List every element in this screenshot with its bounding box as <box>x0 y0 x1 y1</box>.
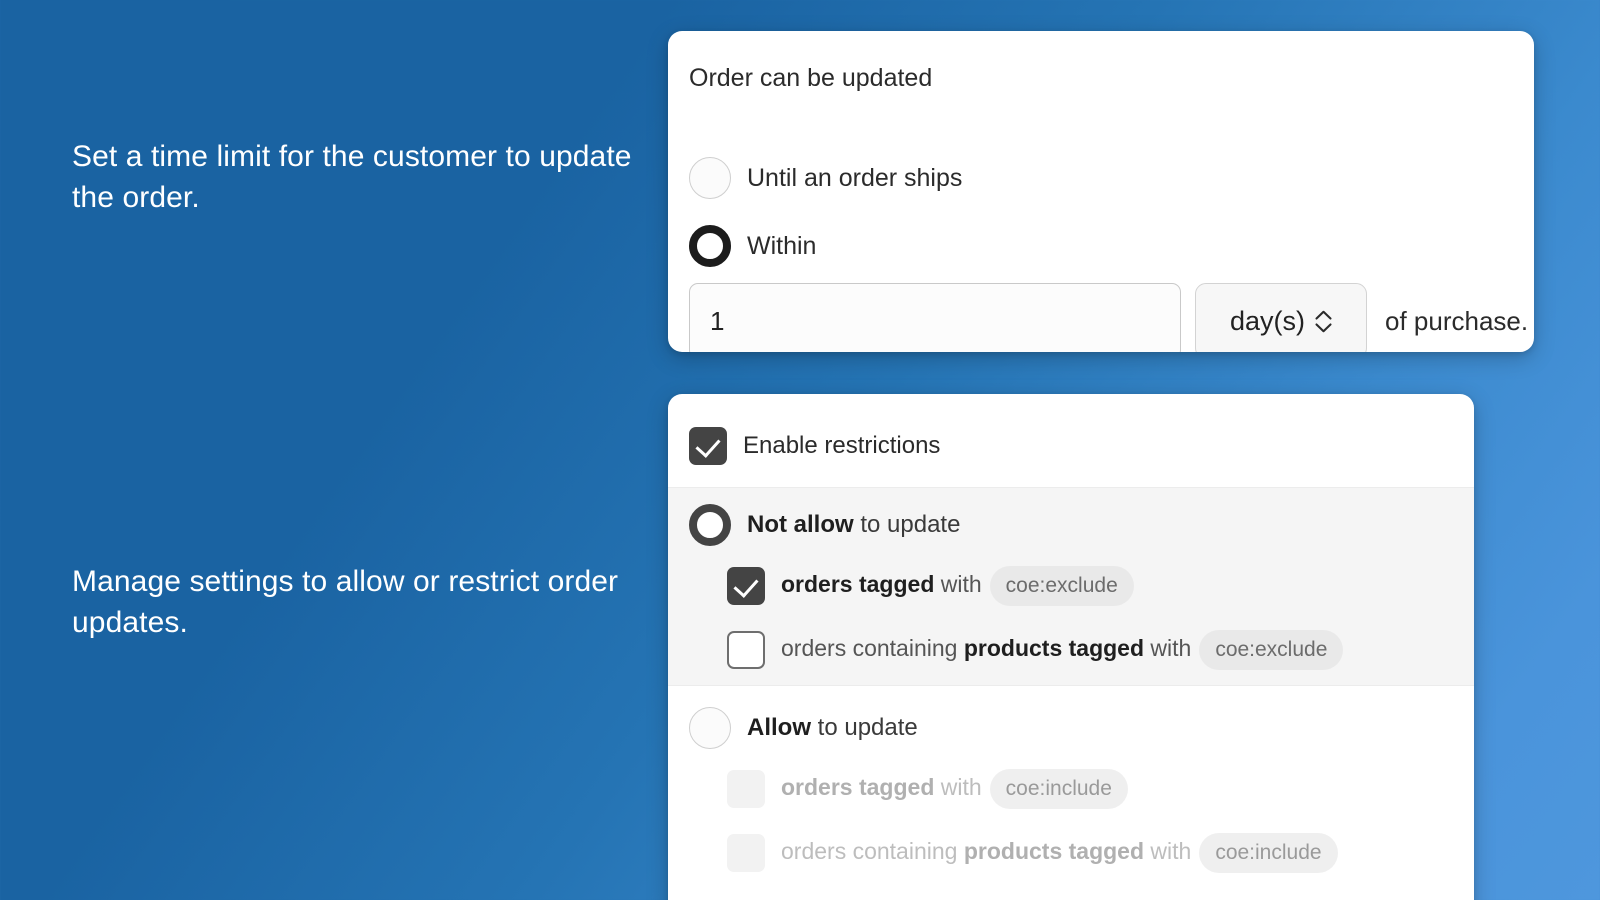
option-group-allow: Allow to update orders tagged with coe:in… <box>689 707 1338 897</box>
tag-pill-coe-include-products[interactable]: coe:include <box>1199 833 1338 873</box>
allow-orders-tagged-text: orders tagged with coe:include <box>781 769 1128 809</box>
order-update-time-card: Order can be updated Until an order ship… <box>668 31 1534 352</box>
checkbox-row-not-allow-orders-tagged[interactable]: orders tagged with coe:exclude <box>727 566 1343 606</box>
checkbox-not-allow-products-tagged[interactable] <box>727 631 765 669</box>
allow-products-tagged-strong: products tagged <box>963 838 1145 865</box>
radio-allow-label: Allow to update <box>747 714 918 742</box>
enable-restrictions-row[interactable]: Enable restrictions <box>689 427 940 465</box>
checkbox-not-allow-orders-tagged[interactable] <box>727 567 765 605</box>
duration-unit-value: day(s) <box>1229 305 1305 336</box>
checkbox-row-allow-orders-tagged[interactable]: orders tagged with coe:include <box>727 769 1338 809</box>
tag-pill-coe-exclude-products[interactable]: coe:exclude <box>1199 630 1344 670</box>
allow-orders-tagged-with: with <box>934 774 982 801</box>
allow-products-tagged-with: with <box>1144 838 1192 865</box>
restrictions-description: Manage settings to allow or restrict ord… <box>72 565 619 639</box>
checkbox-row-allow-products-tagged[interactable]: orders containing products tagged with co… <box>727 833 1338 873</box>
radio-option-allow[interactable]: Allow to update <box>689 707 1338 749</box>
tag-pill-coe-include-orders[interactable]: coe:include <box>989 769 1128 809</box>
option-group-not-allow: Not allow to update orders tagged with co… <box>689 504 1344 694</box>
chevron-down-icon <box>1315 322 1332 332</box>
orders-tagged-strong: orders tagged <box>781 571 935 598</box>
not-allow-products-tagged-text: orders containing products tagged with co… <box>781 630 1344 670</box>
within-duration-controls: day(s) of purchase. <box>689 283 1528 352</box>
not-allow-orders-tagged-text: orders tagged with coe:exclude <box>781 566 1134 606</box>
not-allow-rest: to update <box>853 511 961 538</box>
radio-not-allow-label: Not allow to update <box>747 511 960 539</box>
orders-tagged-with: with <box>934 571 982 598</box>
radio-until-ships-label: Until an order ships <box>747 163 963 192</box>
allow-rest: to update <box>811 714 918 741</box>
products-tagged-with: with <box>1144 635 1192 662</box>
radio-not-allow-icon[interactable] <box>689 504 731 546</box>
duration-amount-input[interactable] <box>689 283 1181 352</box>
checkbox-allow-orders-tagged[interactable] <box>727 770 765 808</box>
radio-within-icon[interactable] <box>689 225 731 267</box>
orders-containing-lead: orders containing <box>781 635 964 662</box>
radio-option-within[interactable]: Within <box>689 225 816 267</box>
enable-restrictions-label: Enable restrictions <box>743 432 941 459</box>
chevron-up-icon <box>1315 310 1332 320</box>
allow-orders-tagged-strong: orders tagged <box>781 774 935 801</box>
radio-until-ships-icon[interactable] <box>689 157 731 199</box>
radio-allow-icon[interactable] <box>689 707 731 749</box>
enable-restrictions-checkbox[interactable] <box>689 427 727 465</box>
allow-orders-containing-lead: orders containing <box>781 838 964 865</box>
allow-strong: Allow <box>747 714 811 741</box>
allow-products-tagged-text: orders containing products tagged with co… <box>781 833 1338 873</box>
checkbox-allow-products-tagged[interactable] <box>727 834 765 872</box>
description-column: Set a time limit for the customer to upd… <box>0 0 668 900</box>
tag-pill-coe-exclude-orders[interactable]: coe:exclude <box>989 566 1134 606</box>
card-title-order-can-be-updated: Order can be updated <box>689 64 933 92</box>
checkbox-row-not-allow-products-tagged[interactable]: orders containing products tagged with co… <box>727 630 1344 670</box>
stepper-chevrons[interactable] <box>1315 310 1332 333</box>
products-tagged-strong: products tagged <box>963 635 1145 662</box>
duration-suffix-text: of purchase. <box>1385 305 1529 336</box>
radio-option-not-allow[interactable]: Not allow to update <box>689 504 1343 546</box>
time-limit-description: Set a time limit for the customer to upd… <box>72 140 632 214</box>
radio-option-until-ships[interactable]: Until an order ships <box>689 157 962 199</box>
radio-within-label: Within <box>747 231 817 260</box>
not-allow-strong: Not allow <box>747 511 854 538</box>
order-update-restrictions-card: Enable restrictions Not allow to update … <box>668 394 1474 900</box>
duration-unit-select[interactable]: day(s) <box>1195 283 1367 352</box>
